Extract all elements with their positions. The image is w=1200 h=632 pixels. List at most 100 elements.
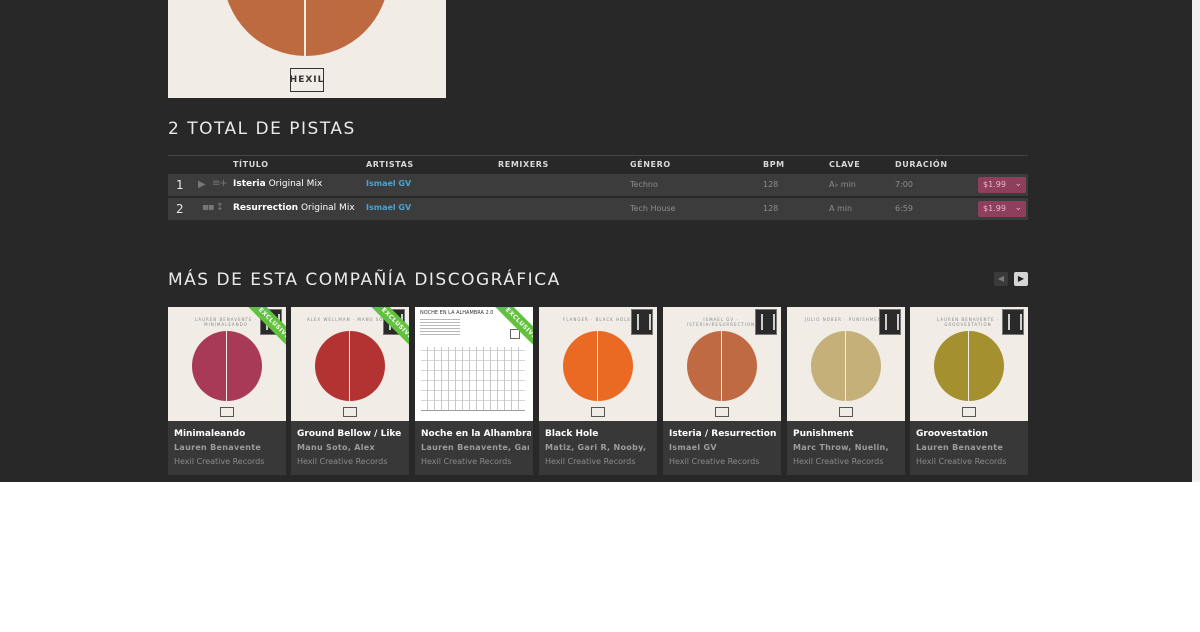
release-label[interactable]: Hexil Creative Records	[916, 457, 1026, 466]
release-artist[interactable]: Lauren Benavente	[916, 443, 1024, 452]
release-label[interactable]: Hexil Creative Records	[669, 457, 779, 466]
release-artist[interactable]: Matiz, Gari R, Nooby,	[545, 443, 653, 452]
track-key: A min	[829, 204, 853, 213]
add-to-queue-icon[interactable]: ▪▪ ↕	[202, 202, 224, 213]
release-cover[interactable]: LAUREN BENAVENTE · MINIMALEANDO EXCLUSIV…	[168, 307, 286, 421]
release-cover[interactable]: ISMAEL GV · ISTERIA/RESURRECTION	[663, 307, 781, 421]
header-key[interactable]: CLAVE	[829, 160, 860, 169]
release-cover[interactable]: NOCHE EN LA ALHAMBRA 2.0 EXCLUSIVE	[415, 307, 533, 421]
track-genre[interactable]: Techno	[630, 180, 658, 189]
cover-disc	[811, 331, 881, 401]
release-artist[interactable]: Lauren Benavente	[174, 443, 282, 452]
hexil-logo	[220, 407, 234, 417]
hexil-logo	[343, 407, 357, 417]
release-card[interactable]: ALEX WELLMAN · MANU SOTO EXCLUSIVE Groun…	[291, 307, 409, 475]
release-cover[interactable]: FLANGER · BLACK HOLE	[539, 307, 657, 421]
release-card[interactable]: FLANGER · BLACK HOLE Black Hole Matiz, G…	[539, 307, 657, 475]
cover-split	[721, 331, 722, 401]
cover-split	[845, 331, 846, 401]
chevron-right-icon[interactable]: ▶	[1014, 272, 1028, 286]
cover-disc	[934, 331, 1004, 401]
chevron-down-icon[interactable]: ⌄	[1014, 203, 1022, 213]
chevron-left-icon[interactable]: ◀	[994, 272, 1008, 286]
track-name: Resurrection	[233, 203, 299, 213]
release-artist[interactable]: Manu Soto, Alex	[297, 443, 405, 452]
track-bpm: 128	[763, 180, 779, 189]
alhambra-sketch	[421, 347, 525, 411]
buy-button[interactable]: $1.99 ⌄	[978, 201, 1026, 217]
release-label[interactable]: Hexil Creative Records	[174, 457, 284, 466]
hexil-logo	[839, 407, 853, 417]
release-title[interactable]: Punishment	[793, 429, 903, 439]
play-icon[interactable]: ▶	[198, 179, 206, 190]
release-cover[interactable]: ALEX WELLMAN · MANU SOTO EXCLUSIVE	[291, 307, 409, 421]
release-title[interactable]: Ground Bellow / Like	[297, 429, 407, 439]
track-artist-link[interactable]: Ismael GV	[366, 179, 411, 188]
track-key: A♭ min	[829, 180, 856, 189]
release-title[interactable]: Black Hole	[545, 429, 655, 439]
release-artist[interactable]: Lauren Benavente, Gari	[421, 443, 529, 452]
release-cover[interactable]: LAUREN BENAVENTE · GROOVESTATION	[910, 307, 1028, 421]
track-title[interactable]: Resurrection Original Mix	[233, 203, 355, 213]
track-mix: Original Mix	[268, 179, 323, 189]
hexil-logo	[591, 407, 605, 417]
track-number: 1	[176, 178, 184, 192]
release-cover[interactable]: JULIO NOBER · PUNISHMENT	[787, 307, 905, 421]
track-bpm: 128	[763, 204, 779, 213]
hexil-badge-icon	[879, 309, 901, 335]
cover-disc	[192, 331, 262, 401]
cover-split	[968, 331, 969, 401]
track-number: 2	[176, 202, 184, 216]
cover-split	[349, 331, 350, 401]
header-genre[interactable]: GÉNERO	[630, 160, 671, 169]
header-duration[interactable]: DURACIÓN	[895, 160, 948, 169]
cover-split	[226, 331, 227, 401]
release-card[interactable]: LAUREN BENAVENTE · MINIMALEANDO EXCLUSIV…	[168, 307, 286, 475]
release-card[interactable]: LAUREN BENAVENTE · GROOVESTATION Grooves…	[910, 307, 1028, 475]
header-bpm[interactable]: BPM	[763, 160, 785, 169]
release-artist[interactable]: Ismael GV	[669, 443, 777, 452]
cover-disc	[315, 331, 385, 401]
cover-tracklist	[420, 319, 460, 337]
hexil-badge-icon	[631, 309, 653, 335]
release-title[interactable]: Minimaleando	[174, 429, 284, 439]
header-remixers[interactable]: REMIXERS	[498, 160, 549, 169]
track-row[interactable]: 2 ▪▪ ↕ Resurrection Original Mix Ismael …	[168, 198, 1028, 220]
header-title[interactable]: TÍTULO	[233, 160, 269, 169]
scrollbar-track[interactable]	[1192, 0, 1200, 482]
release-label[interactable]: Hexil Creative Records	[793, 457, 903, 466]
header-artists[interactable]: ARTISTAS	[366, 160, 414, 169]
release-title[interactable]: Isteria / Resurrection	[669, 429, 779, 439]
hexil-logo: HEXIL	[290, 68, 324, 92]
track-duration: 7:00	[895, 180, 913, 189]
track-genre[interactable]: Tech House	[630, 204, 676, 213]
hexil-badge-icon	[1002, 309, 1024, 335]
cover-disc	[563, 331, 633, 401]
track-mix: Original Mix	[300, 203, 355, 213]
table-divider	[168, 155, 1028, 156]
release-label[interactable]: Hexil Creative Records	[545, 457, 655, 466]
hexil-logo	[715, 407, 729, 417]
track-title[interactable]: Isteria Original Mix	[233, 179, 322, 189]
release-card[interactable]: NOCHE EN LA ALHAMBRA 2.0 EXCLUSIVE Noche…	[415, 307, 533, 475]
cover-tag: NOCHE EN LA ALHAMBRA 2.0	[420, 310, 494, 316]
release-title[interactable]: Groovestation	[916, 429, 1026, 439]
price-label: $1.99	[983, 180, 1006, 189]
chevron-down-icon[interactable]: ⌄	[1014, 179, 1022, 189]
hexil-badge-icon	[755, 309, 777, 335]
cover-disc	[687, 331, 757, 401]
release-label[interactable]: Hexil Creative Records	[297, 457, 407, 466]
add-to-queue-icon[interactable]: ≡+	[212, 178, 228, 189]
cover-disc	[223, 0, 389, 56]
release-card[interactable]: ISMAEL GV · ISTERIA/RESURRECTION Isteria…	[663, 307, 781, 475]
buy-button[interactable]: $1.99 ⌄	[978, 177, 1026, 193]
release-artist[interactable]: Marc Throw, Nuelin,	[793, 443, 901, 452]
hexil-logo	[962, 407, 976, 417]
release-label[interactable]: Hexil Creative Records	[421, 457, 531, 466]
track-row[interactable]: 1 ▶ ≡+ Isteria Original Mix Ismael GV Te…	[168, 174, 1028, 196]
track-artist-link[interactable]: Ismael GV	[366, 203, 411, 212]
release-card[interactable]: JULIO NOBER · PUNISHMENT Punishment Marc…	[787, 307, 905, 475]
track-name: Isteria	[233, 179, 266, 189]
release-title[interactable]: Noche en la Alhambra	[421, 429, 531, 439]
label-section-title: MÁS DE ESTA COMPAÑÍA DISCOGRÁFICA	[168, 270, 561, 290]
